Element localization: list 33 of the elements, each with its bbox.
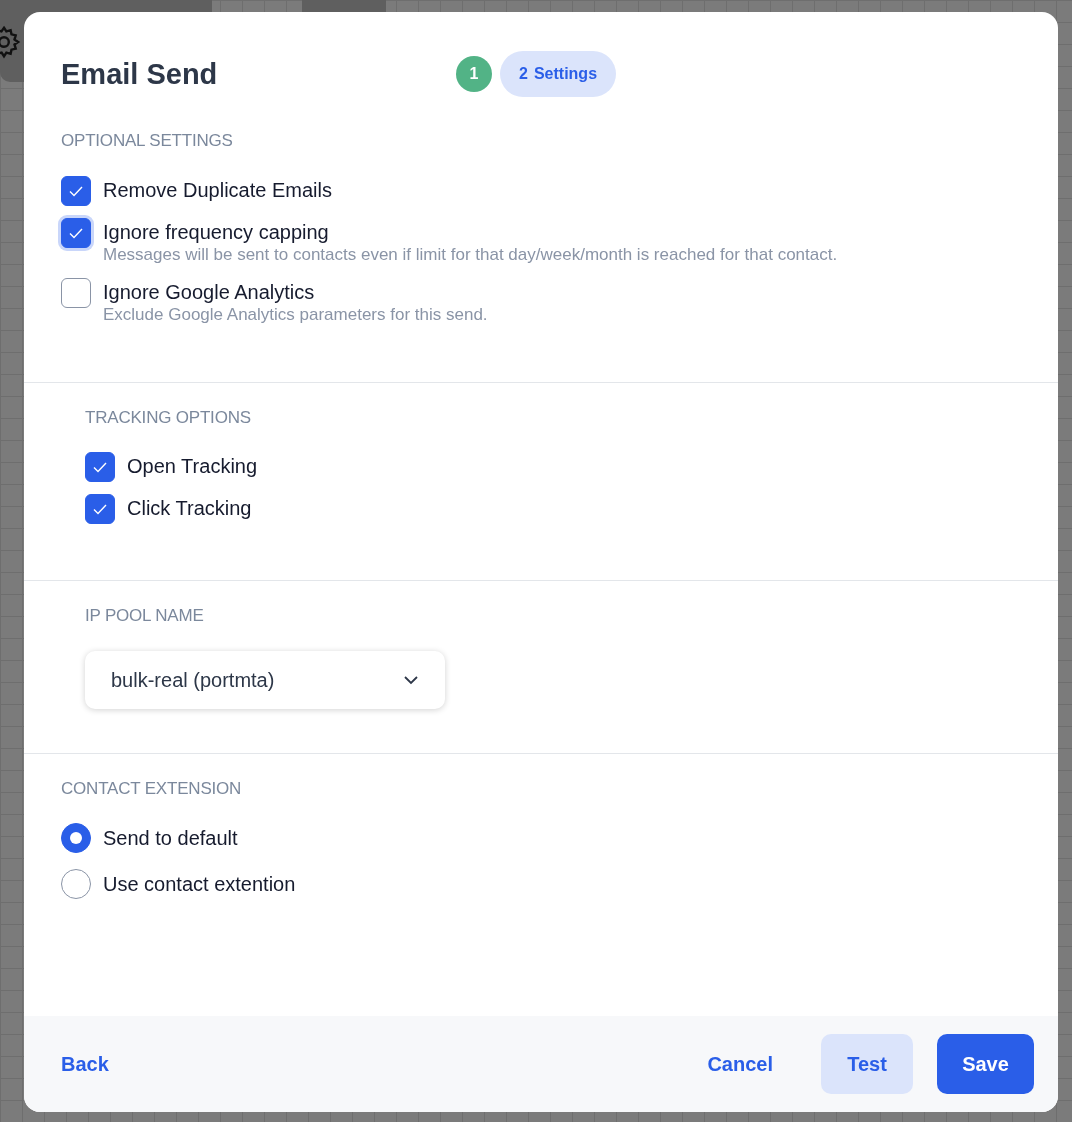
checkbox[interactable]	[61, 217, 91, 248]
dialog-title: Email Send	[61, 56, 219, 92]
checkbox[interactable]	[61, 175, 91, 206]
option-description: Messages will be sent to contacts even if limit for that day/week/month is reached for that contact.	[103, 243, 838, 266]
test-button[interactable]: Test	[821, 1034, 913, 1094]
check-icon	[92, 461, 108, 473]
select-field[interactable]: bulk-real (portmta)	[85, 650, 445, 709]
step-circle[interactable]: 1	[456, 56, 492, 92]
checkbox[interactable]	[85, 494, 115, 524]
step-pill[interactable]: 2 Settings	[500, 51, 617, 97]
check-icon	[92, 503, 108, 515]
cancel-button[interactable]: Cancel	[683, 1039, 797, 1089]
section-heading: CONTACT EXTENSION	[61, 777, 243, 800]
back-button[interactable]: Back	[61, 1039, 133, 1089]
chevron-down-icon	[403, 674, 419, 685]
check-icon	[68, 184, 84, 197]
section-heading: TRACKING OPTIONS	[85, 406, 252, 429]
checkbox[interactable]	[61, 277, 91, 308]
option-description: Exclude Google Analytics parameters for this send.	[103, 303, 488, 326]
radio-label: Use contact extention	[103, 872, 296, 896]
radio-button[interactable]	[61, 869, 91, 899]
radio-button[interactable]	[61, 823, 91, 853]
checkbox-label: Ignore Google Analytics	[103, 279, 316, 304]
checkbox[interactable]	[85, 452, 115, 482]
checkbox-label: Ignore frequency capping	[103, 219, 330, 244]
save-button[interactable]: Save	[937, 1034, 1034, 1094]
checkbox-label: Click Tracking	[127, 496, 252, 520]
section-heading: IP POOL NAME	[85, 605, 205, 627]
radio-label: Send to default	[103, 826, 238, 850]
checkbox-label: Open Tracking	[127, 454, 258, 478]
checkbox-label: Remove Duplicate Emails	[103, 177, 332, 202]
check-icon	[68, 226, 84, 239]
section-heading: OPTIONAL SETTINGS	[61, 130, 234, 152]
